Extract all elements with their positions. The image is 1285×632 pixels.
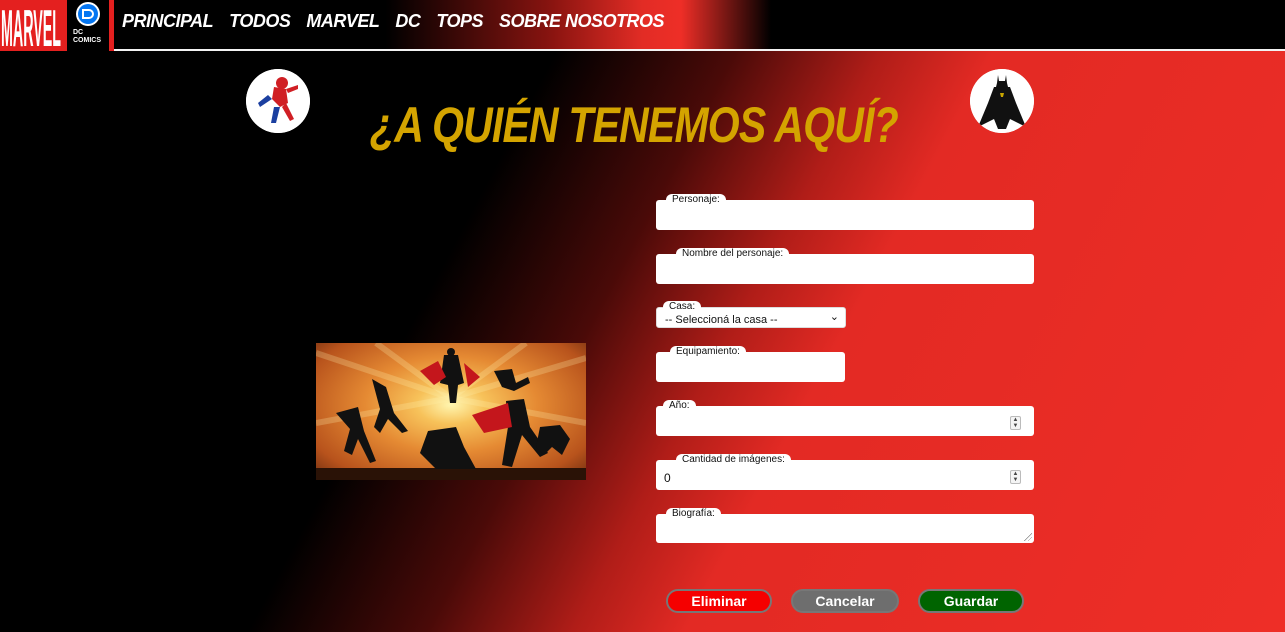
batman-avatar-icon (970, 69, 1034, 133)
main-nav: PRINCIPAL TODOS MARVEL DC TOPS SOBRE NOS… (122, 11, 665, 32)
nav-link-todos[interactable]: TODOS (229, 11, 291, 32)
chevron-down-icon: ⌄ (829, 311, 839, 323)
resize-handle-icon[interactable] (1024, 533, 1032, 541)
delete-button[interactable]: Eliminar (666, 589, 772, 613)
marvel-logo[interactable]: MARVEL (0, 0, 62, 51)
nav-link-sobre-nosotros[interactable]: SOBRE NOSOTROS (499, 11, 665, 32)
equipamiento-label: Equipamiento: (670, 346, 746, 358)
cancel-button[interactable]: Cancelar (791, 589, 899, 613)
page-title: ¿A QUIÉN TENEMOS AQUÍ? (370, 97, 899, 153)
nombre-personaje-label: Nombre del personaje: (676, 248, 790, 260)
svg-text:COMICS: COMICS (73, 37, 101, 44)
heroes-silhouette-image (316, 343, 586, 480)
anio-spinner-icon[interactable]: ▲ ▼ (1010, 416, 1021, 430)
nav-link-principal[interactable]: PRINCIPAL (122, 11, 214, 32)
nav-link-dc[interactable]: DC (395, 11, 421, 32)
save-button[interactable]: Guardar (918, 589, 1024, 613)
biografia-label: Biografía: (666, 508, 721, 520)
cantidad-imagenes-label: Cantidad de imágenes: (676, 454, 791, 466)
svg-text:DC: DC (73, 29, 83, 36)
spiderman-avatar-icon (246, 69, 310, 133)
nav-link-marvel[interactable]: MARVEL (306, 11, 380, 32)
anio-input[interactable]: ▲ ▼ (656, 406, 1034, 436)
svg-text:MARVEL: MARVEL (1, 0, 61, 51)
anio-label: Año: (663, 400, 696, 412)
personaje-label: Personaje: (666, 194, 726, 206)
casa-label: Casa: (663, 301, 702, 313)
nav-link-tops[interactable]: TOPS (436, 11, 483, 32)
navbar: MARVEL DC COMICS PRINCIPAL TODOS MARVEL … (0, 0, 1285, 51)
dc-logo[interactable]: DC COMICS (62, 0, 114, 51)
cantidad-imagenes-value: 0 (664, 471, 671, 485)
cantidad-spinner-icon[interactable]: ▲ ▼ (1010, 470, 1021, 484)
casa-select-value: -- Seleccioná la casa -- (665, 314, 778, 326)
